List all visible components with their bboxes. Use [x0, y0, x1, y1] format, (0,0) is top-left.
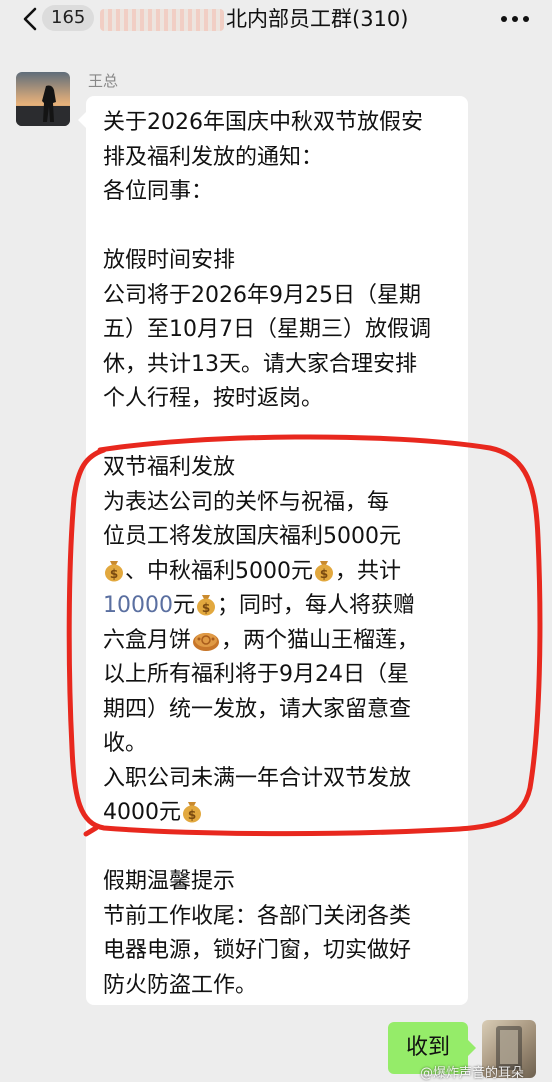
message-text: 关于2026年国庆中秋双节放假安 排及福利发放的通知： 各位同事： 放假时间安排…: [103, 106, 453, 1003]
received-message-bubble[interactable]: 关于2026年国庆中秋双节放假安 排及福利发放的通知： 各位同事： 放假时间安排…: [78, 96, 468, 1005]
mooncake-icon: [193, 632, 220, 651]
sender-name: 王总: [88, 72, 119, 90]
detected-number-link[interactable]: 10000: [103, 593, 173, 618]
message-line: 为表达公司的关怀与祝福，每: [103, 489, 390, 515]
message-line: 假期温馨提示: [103, 869, 236, 894]
message-line: 节前工作收尾：各部门关闭各类: [103, 903, 412, 929]
message-line: 4000元 $: [103, 796, 453, 831]
money-bag-icon: $: [105, 560, 123, 581]
message-line: 10000元 $ ；同时，每人将获赠: [103, 589, 453, 624]
message-line: 放假时间安排: [103, 248, 236, 273]
chat-header: 165 北内部员工群(310): [0, 0, 552, 40]
message-line: 入职公司未满一年合计双节发放: [103, 765, 412, 791]
message-line: 位员工将发放国庆福利5000元: [103, 524, 401, 549]
chat-title: 北内部员工群(310): [226, 7, 409, 31]
message-line: 排及福利发放的通知：: [103, 144, 324, 170]
message-line: 六盒月饼 ，两个猫山王榴莲，: [103, 624, 453, 659]
message-line: 公司将于2026年9月25日（星期: [103, 282, 421, 308]
unread-count-badge[interactable]: 165: [42, 5, 95, 31]
message-fragment: 、中秋福利5000元: [125, 558, 313, 584]
money-bag-icon: $: [183, 802, 201, 823]
message-line: 电器电源，锁好门窗，切实做好: [103, 938, 412, 963]
money-bag-icon: $: [197, 595, 216, 616]
svg-text:$: $: [188, 808, 196, 822]
message-line: 防火防盗工作。: [103, 972, 258, 998]
svg-text:$: $: [320, 567, 328, 581]
message-fragment: 4000元: [103, 800, 181, 825]
message-line: 休，共计13天。请大家合理安排: [103, 351, 417, 377]
svg-text:$: $: [202, 601, 210, 615]
svg-text:$: $: [110, 567, 118, 581]
message-line: 五）至10月7日（星期三）放假调: [103, 317, 431, 342]
message-line: 双节福利发放: [103, 455, 236, 480]
message-line: 期四）统一发放，请大家留意查: [103, 696, 412, 722]
message-line: $ 、中秋福利5000元 $ ，共计: [103, 555, 453, 590]
money-bag-icon: $: [315, 560, 333, 581]
message-line: 个人行程，按时返岗。: [103, 386, 324, 411]
message-line: 各位同事：: [103, 179, 214, 204]
message-fragment: 六盒月饼: [103, 627, 192, 653]
message-fragment: ；同时，每人将获赠: [217, 593, 416, 618]
more-dots-icon[interactable]: [498, 6, 532, 32]
message-line: 以上所有福利将于9月24日（星: [103, 662, 409, 687]
message-fragment: ，两个猫山王榴莲，: [221, 627, 420, 653]
message-line: 关于2026年国庆中秋双节放假安: [103, 110, 423, 135]
watermark: @爆炸声音的耳朵: [420, 1066, 525, 1081]
message-fragment: ，共计: [335, 558, 402, 584]
message-line: 收。: [103, 731, 148, 756]
back-chevron-icon[interactable]: [18, 6, 44, 32]
title-mosaic-mask: [100, 9, 224, 31]
sender-avatar[interactable]: [16, 72, 70, 126]
message-fragment: 元: [173, 593, 196, 618]
